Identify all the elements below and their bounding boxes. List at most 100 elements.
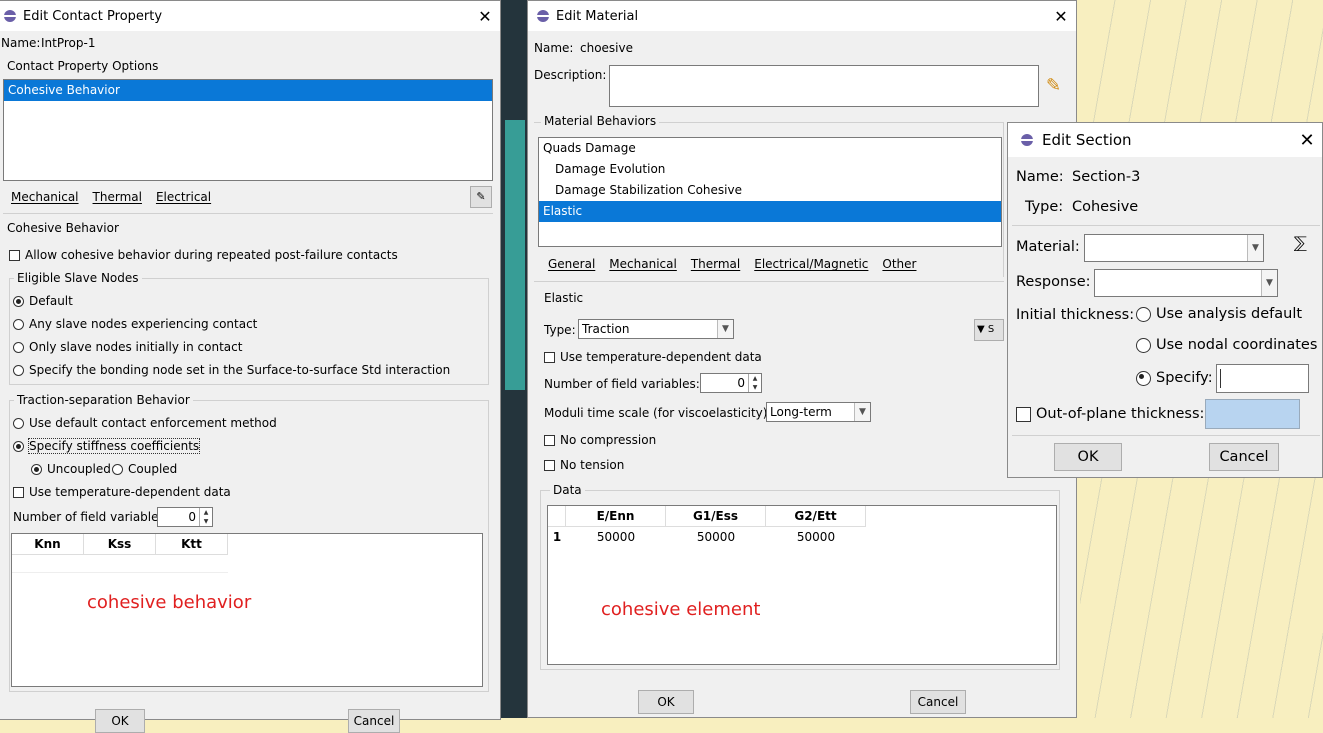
- contact-cancel-button[interactable]: Cancel: [348, 709, 400, 733]
- checkbox-label: Use temperature-dependent data: [29, 485, 231, 499]
- radio-label: Uncoupled: [47, 462, 111, 476]
- uncoupled-radio[interactable]: Uncoupled: [31, 462, 111, 476]
- contact-ok-button[interactable]: OK: [95, 709, 145, 733]
- list-item[interactable]: Quads Damage: [539, 138, 1001, 159]
- material-cancel-button[interactable]: Cancel: [910, 690, 966, 714]
- section-titlebar: Edit Section ✕: [1008, 123, 1322, 157]
- close-icon[interactable]: ✕: [1046, 7, 1076, 26]
- row-index: 1: [552, 530, 562, 544]
- radio-dot: [13, 341, 24, 353]
- table-row[interactable]: [12, 555, 228, 573]
- coupled-radio[interactable]: Coupled: [112, 462, 177, 476]
- tab-other[interactable]: Other: [882, 257, 916, 271]
- options-group-title: Contact Property Options: [7, 59, 159, 73]
- eligible-specify-radio[interactable]: Specify the bonding node set in the Surf…: [13, 363, 450, 377]
- material-tabs: General Mechanical Thermal Electrical/Ma…: [548, 257, 916, 271]
- contact-titlebar: Edit Contact Property ✕: [0, 1, 500, 31]
- section-cancel-button[interactable]: Cancel: [1209, 443, 1279, 471]
- eligible-any-radio[interactable]: Any slave nodes experiencing contact: [13, 317, 257, 331]
- thickness-specify-input[interactable]: [1216, 364, 1309, 393]
- contact-field-vars-spinner[interactable]: 0 ▲ ▼: [157, 507, 213, 527]
- allow-repeated-checkbox[interactable]: Allow cohesive behavior during repeated …: [9, 248, 398, 262]
- material-field-vars-spinner[interactable]: 0 ▲ ▼: [700, 373, 762, 393]
- radio-dot: [13, 318, 24, 330]
- radio-label: Specify the bonding node set in the Surf…: [29, 363, 451, 377]
- checkbox-box: [1016, 406, 1031, 422]
- spinner-arrows[interactable]: ▲ ▼: [199, 508, 212, 526]
- thickness-specify-radio[interactable]: Specify:: [1136, 370, 1213, 386]
- table-cell[interactable]: 50000: [566, 527, 666, 547]
- thickness-nodal-radio[interactable]: Use nodal coordinates: [1136, 337, 1317, 353]
- radio-label: Only slave nodes initially in contact: [29, 340, 243, 354]
- default-enforcement-radio[interactable]: Use default contact enforcement method: [13, 416, 277, 430]
- list-item[interactable]: Cohesive Behavior: [4, 80, 492, 101]
- list-item[interactable]: Damage Evolution: [539, 159, 1001, 180]
- out-of-plane-checkbox[interactable]: Out-of-plane thickness:: [1016, 406, 1204, 422]
- checkbox-box: [544, 434, 555, 446]
- tab-thermal[interactable]: Thermal: [691, 257, 740, 271]
- tab-mechanical[interactable]: Mechanical: [11, 190, 79, 204]
- list-item[interactable]: Damage Stabilization Cohesive: [539, 180, 1001, 201]
- section-type-value: Cohesive: [1072, 199, 1139, 215]
- description-input[interactable]: [609, 65, 1039, 107]
- checkbox-box: [13, 486, 24, 498]
- material-data-table[interactable]: E/Enn G1/Ess G2/Ett 1 50000 50000 50000: [547, 505, 1057, 665]
- tab-mechanical[interactable]: Mechanical: [609, 257, 677, 271]
- contact-name-label: Name:: [1, 36, 41, 50]
- type-select[interactable]: Traction ▼: [578, 319, 734, 339]
- moduli-label: Moduli time scale (for viscoelasticity):: [544, 406, 772, 420]
- moduli-select[interactable]: Long-term ▼: [766, 402, 871, 422]
- chevron-down-icon: ▼: [1247, 235, 1263, 261]
- list-item[interactable]: Elastic: [539, 201, 1001, 222]
- contact-options-list[interactable]: Cohesive Behavior: [3, 79, 493, 181]
- behaviors-group-title: Material Behaviors: [541, 114, 660, 128]
- material-select[interactable]: ▼: [1084, 234, 1264, 262]
- response-select[interactable]: ▼: [1094, 269, 1278, 297]
- close-icon[interactable]: ✕: [470, 7, 500, 26]
- tab-general[interactable]: General: [548, 257, 595, 271]
- table-header: Knn: [12, 534, 84, 555]
- table-row[interactable]: 1 50000 50000 50000: [548, 527, 866, 547]
- create-material-icon[interactable]: ⅀: [1294, 233, 1307, 252]
- checkbox-label: No tension: [560, 458, 625, 472]
- radio-label: Use nodal coordinates: [1156, 337, 1318, 353]
- table-cell[interactable]: 50000: [766, 527, 866, 547]
- contact-temp-dep-checkbox[interactable]: Use temperature-dependent data: [13, 485, 231, 499]
- edit-pencil-button[interactable]: ✎: [470, 186, 492, 208]
- abaqus-icon: [1020, 133, 1034, 147]
- select-value: Long-term: [770, 405, 832, 419]
- material-ok-button[interactable]: OK: [638, 690, 694, 714]
- material-title: Edit Material: [556, 8, 639, 24]
- tab-electrical-magnetic[interactable]: Electrical/Magnetic: [754, 257, 868, 271]
- material-temp-dep-checkbox[interactable]: Use temperature-dependent data: [544, 350, 762, 364]
- table-cell[interactable]: 50000: [666, 527, 766, 547]
- pencil-icon[interactable]: ✎: [1046, 75, 1061, 96]
- close-icon[interactable]: ✕: [1292, 130, 1322, 151]
- divider: [1012, 225, 1320, 226]
- specify-stiffness-radio[interactable]: Specify stiffness coefficients: [13, 438, 201, 454]
- description-label: Description:: [534, 68, 607, 82]
- no-compression-checkbox[interactable]: No compression: [544, 433, 656, 447]
- chevron-down-icon: ▼: [1261, 270, 1277, 296]
- spinner-arrows[interactable]: ▲ ▼: [748, 374, 761, 392]
- thickness-default-radio[interactable]: Use analysis default: [1136, 306, 1302, 322]
- edit-material-dialog: Edit Material ✕ Name: choesive Descripti…: [527, 0, 1077, 718]
- material-titlebar: Edit Material ✕: [528, 1, 1076, 31]
- abaqus-icon: [536, 9, 550, 23]
- checkbox-label: Use temperature-dependent data: [560, 350, 762, 364]
- radio-label: Any slave nodes experiencing contact: [29, 317, 258, 331]
- radio-dot: [13, 295, 24, 307]
- tab-electrical[interactable]: Electrical: [156, 190, 211, 204]
- tab-thermal[interactable]: Thermal: [93, 190, 142, 204]
- no-tension-checkbox[interactable]: No tension: [544, 458, 624, 472]
- suboptions-button[interactable]: ▼ S: [974, 319, 1004, 341]
- model-strip: [505, 120, 525, 390]
- contact-name-value: IntProp-1: [41, 36, 96, 50]
- chevron-down-icon: ▼: [717, 320, 733, 338]
- section-ok-button[interactable]: OK: [1054, 443, 1122, 471]
- behaviors-list[interactable]: Quads Damage Damage Evolution Damage Sta…: [538, 137, 1002, 247]
- text-cursor: [1220, 369, 1221, 388]
- eligible-default-radio[interactable]: Default: [13, 294, 73, 308]
- checkbox-box: [544, 351, 555, 363]
- eligible-initial-radio[interactable]: Only slave nodes initially in contact: [13, 340, 242, 354]
